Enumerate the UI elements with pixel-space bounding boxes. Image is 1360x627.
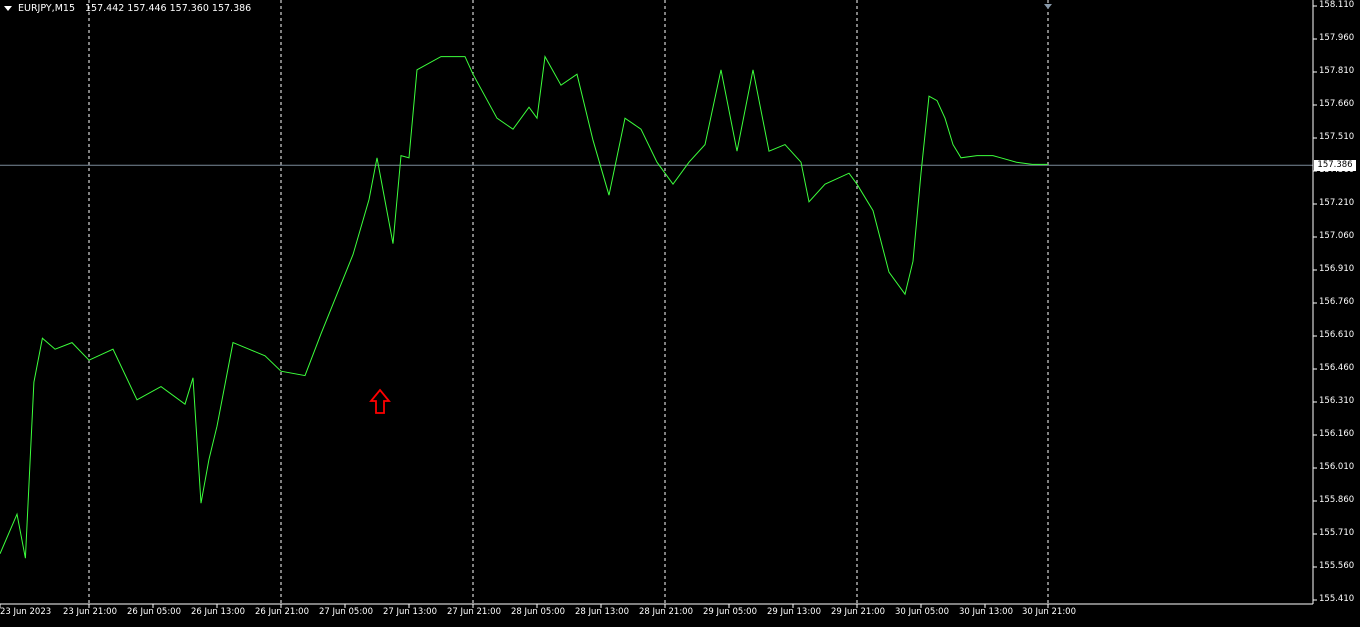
y-tick-label: 156.310 xyxy=(1319,396,1355,406)
y-tick-label: 155.410 xyxy=(1319,594,1355,604)
chart-canvas[interactable] xyxy=(0,0,1360,627)
current-price-tag: 157.386 xyxy=(1314,160,1356,172)
symbol-label: EURJPY,M15 xyxy=(18,3,75,14)
y-tick-label: 157.960 xyxy=(1319,33,1355,43)
y-tick-label: 156.610 xyxy=(1319,330,1355,340)
x-tick-label: 23 Jun 21:00 xyxy=(63,607,117,617)
x-tick-label: 26 Jun 21:00 xyxy=(255,607,309,617)
y-tick-label: 155.710 xyxy=(1319,528,1355,538)
symbol-info-bar: EURJPY,M15 157.442 157.446 157.360 157.3… xyxy=(4,3,251,14)
x-tick-label: 26 Jun 13:00 xyxy=(191,607,245,617)
y-tick-label: 156.010 xyxy=(1319,462,1355,472)
x-tick-label: 29 Jun 13:00 xyxy=(767,607,821,617)
x-tick-label: 30 Jun 13:00 xyxy=(959,607,1013,617)
x-tick-label: 28 Jun 05:00 xyxy=(511,607,565,617)
x-tick-label: 30 Jun 21:00 xyxy=(1022,607,1076,617)
y-tick-label: 157.810 xyxy=(1319,66,1355,76)
x-tick-label: 30 Jun 05:00 xyxy=(895,607,949,617)
x-tick-label: 28 Jun 13:00 xyxy=(575,607,629,617)
y-tick-label: 156.910 xyxy=(1319,264,1355,274)
x-tick-label: 29 Jun 05:00 xyxy=(703,607,757,617)
y-tick-label: 156.160 xyxy=(1319,429,1355,439)
y-tick-label: 156.460 xyxy=(1319,363,1355,373)
x-tick-label: 29 Jun 21:00 xyxy=(831,607,885,617)
y-tick-label: 157.510 xyxy=(1319,132,1355,142)
y-tick-label: 158.110 xyxy=(1319,0,1355,10)
x-tick-label: 27 Jun 13:00 xyxy=(383,607,437,617)
x-tick-label: 26 Jun 05:00 xyxy=(127,607,181,617)
y-tick-label: 157.210 xyxy=(1319,198,1355,208)
y-tick-label: 156.760 xyxy=(1319,297,1355,307)
y-tick-label: 157.060 xyxy=(1319,231,1355,241)
x-tick-label: 23 Jun 2023 xyxy=(0,607,52,617)
x-tick-label: 27 Jun 05:00 xyxy=(319,607,373,617)
y-tick-label: 155.860 xyxy=(1319,495,1355,505)
y-tick-label: 157.660 xyxy=(1319,99,1355,109)
x-tick-label: 28 Jun 21:00 xyxy=(639,607,693,617)
dropdown-triangle-icon[interactable] xyxy=(4,6,12,11)
y-tick-label: 155.560 xyxy=(1319,561,1355,571)
ohlc-values: 157.442 157.446 157.360 157.386 xyxy=(85,3,252,14)
x-tick-label: 27 Jun 21:00 xyxy=(447,607,501,617)
